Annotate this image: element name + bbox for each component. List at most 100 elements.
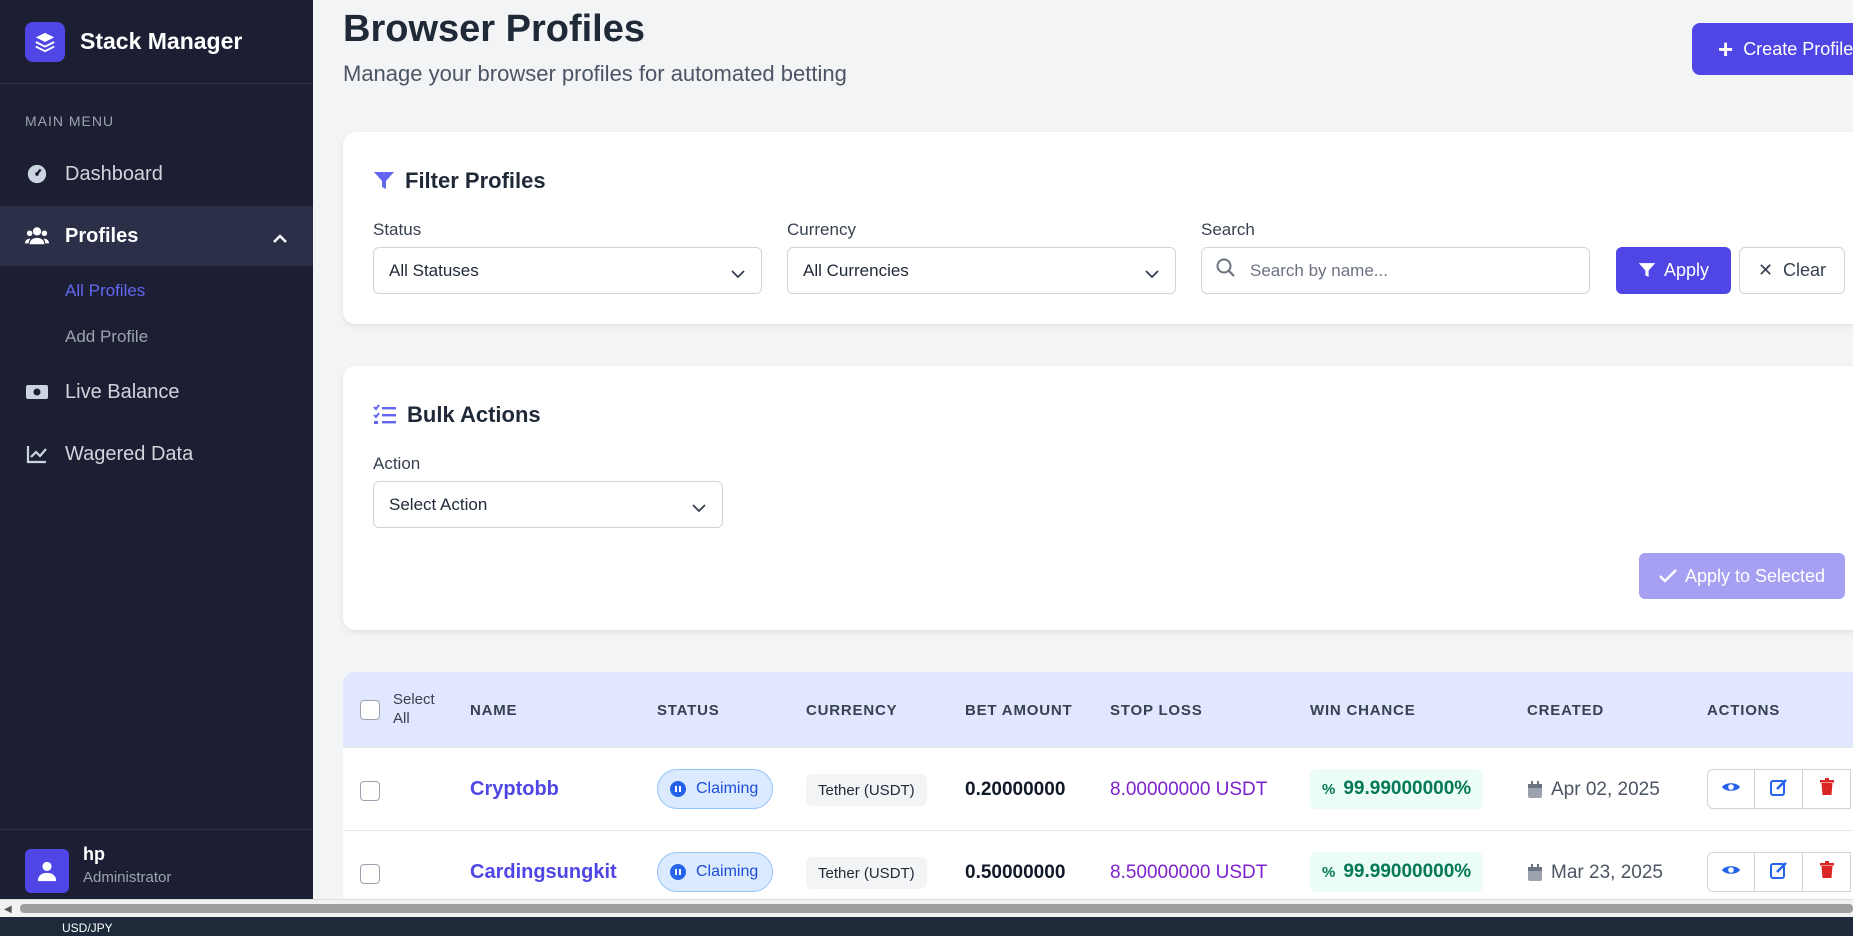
- created-date: Apr 02, 2025: [1527, 779, 1660, 801]
- action-select-value: Select Action: [389, 494, 488, 514]
- column-header-name[interactable]: NAME: [470, 702, 517, 719]
- view-button[interactable]: [1707, 769, 1755, 809]
- pause-icon: [670, 864, 686, 880]
- plus-icon: +: [1718, 33, 1734, 64]
- edit-icon: [1769, 778, 1788, 801]
- select-all-checkbox[interactable]: [360, 700, 380, 720]
- bulk-title-text: Bulk Actions: [407, 402, 541, 427]
- profiles-table: Select All NAME STATUS CURRENCY BET AMOU…: [343, 672, 1853, 899]
- action-label: Action: [373, 454, 421, 473]
- currency-select[interactable]: All Currencies: [787, 247, 1176, 294]
- ticker-widget[interactable]: USD/JPY: [62, 921, 113, 935]
- filter-title-text: Filter Profiles: [405, 168, 546, 193]
- search-input[interactable]: [1250, 260, 1550, 281]
- chevron-down-icon: [1145, 264, 1159, 284]
- user-name: hp: [83, 843, 105, 864]
- sidebar: Stack Manager MAIN MENU Dashboard Profil…: [0, 0, 313, 899]
- status-badge-text: Claiming: [696, 863, 759, 880]
- clear-filter-button[interactable]: ✕ Clear: [1739, 247, 1845, 294]
- delete-button[interactable]: [1803, 769, 1851, 809]
- page-subtitle: Manage your browser profiles for automat…: [343, 61, 847, 86]
- win-chance-text: 99.99000000%: [1343, 778, 1472, 799]
- close-icon: ✕: [1757, 260, 1774, 280]
- column-header-created[interactable]: CREATED: [1527, 702, 1604, 719]
- trash-icon: [1819, 860, 1835, 884]
- eye-icon: [1721, 863, 1741, 882]
- brand[interactable]: Stack Manager: [0, 0, 313, 84]
- calendar-icon: [1527, 864, 1543, 882]
- status-select-value: All Statuses: [389, 260, 479, 280]
- list-check-icon: [373, 404, 397, 426]
- os-taskbar: USD/JPY: [0, 917, 1853, 936]
- line-chart-icon: [25, 442, 49, 466]
- status-badge-text: Claiming: [696, 780, 759, 797]
- currency-label: Currency: [787, 220, 856, 239]
- edit-button[interactable]: [1755, 769, 1803, 809]
- chevron-down-icon: [731, 264, 745, 284]
- bet-amount: 0.20000000: [965, 779, 1066, 800]
- bulk-actions-card: Bulk Actions Action Select Action Apply …: [343, 366, 1853, 630]
- row-checkbox[interactable]: [360, 864, 380, 884]
- sidebar-item-wagered-data[interactable]: Wagered Data: [0, 424, 313, 484]
- pause-icon: [670, 781, 686, 797]
- select-all-label-line: All: [393, 710, 410, 727]
- scroll-left-arrow-icon[interactable]: ◀: [4, 904, 12, 915]
- column-header-stop-loss[interactable]: STOP LOSS: [1110, 702, 1203, 719]
- percent-icon: %: [1322, 863, 1336, 881]
- sidebar-item-dashboard[interactable]: Dashboard: [0, 144, 313, 204]
- user-profile[interactable]: hp Administrator: [0, 829, 313, 899]
- sidebar-item-live-balance[interactable]: Live Balance: [0, 362, 313, 422]
- apply-filter-button[interactable]: Apply: [1616, 247, 1731, 294]
- created-date-text: Mar 23, 2025: [1551, 862, 1663, 883]
- action-select[interactable]: Select Action: [373, 481, 723, 528]
- check-icon: [1659, 569, 1677, 583]
- currency-select-value: All Currencies: [803, 260, 909, 280]
- sidebar-item-label: Wagered Data: [65, 442, 194, 465]
- bulk-title: Bulk Actions: [373, 402, 541, 428]
- status-label: Status: [373, 220, 422, 239]
- row-checkbox[interactable]: [360, 781, 380, 801]
- table-row[interactable]: Cardingsungkit Claiming Tether (USDT) 0.…: [343, 830, 1853, 899]
- filter-card: Filter Profiles Status All Statuses Curr…: [343, 132, 1853, 324]
- page-title: Browser Profiles: [343, 8, 645, 50]
- select-all-label: Select All: [393, 690, 435, 728]
- money-icon: [25, 380, 49, 404]
- chevron-down-icon: [692, 498, 706, 518]
- stop-loss: 8.50000000 USDT: [1110, 862, 1268, 883]
- user-role: Administrator: [83, 868, 172, 886]
- scrollbar-thumb[interactable]: [20, 904, 1853, 913]
- column-header-status[interactable]: STATUS: [657, 702, 720, 719]
- view-button[interactable]: [1707, 852, 1755, 892]
- users-icon: [25, 224, 49, 248]
- apply-to-selected-button[interactable]: Apply to Selected: [1639, 553, 1845, 599]
- column-header-bet-amount[interactable]: BET AMOUNT: [965, 702, 1072, 719]
- create-profile-button[interactable]: + Create Profile: [1692, 23, 1853, 75]
- status-select[interactable]: All Statuses: [373, 247, 762, 294]
- column-header-currency[interactable]: CURRENCY: [806, 702, 897, 719]
- table-header: Select All NAME STATUS CURRENCY BET AMOU…: [343, 672, 1853, 747]
- select-all-label-line: Select: [393, 691, 435, 708]
- gauge-icon: [25, 162, 49, 186]
- chevron-up-icon[interactable]: [272, 228, 288, 251]
- sidebar-item-profiles[interactable]: Profiles: [0, 206, 313, 266]
- sidebar-subitem-all-profiles[interactable]: All Profiles: [65, 281, 145, 301]
- horizontal-scrollbar[interactable]: ◀: [0, 899, 1853, 917]
- sidebar-item-label: Live Balance: [65, 380, 180, 403]
- apply-to-selected-label: Apply to Selected: [1684, 565, 1826, 586]
- delete-button[interactable]: [1803, 852, 1851, 892]
- app-name: Stack Manager: [80, 28, 243, 54]
- edit-button[interactable]: [1755, 852, 1803, 892]
- search-field[interactable]: [1201, 247, 1590, 294]
- sidebar-subitem-add-profile[interactable]: Add Profile: [65, 327, 148, 347]
- bet-amount: 0.50000000: [965, 862, 1066, 883]
- win-chance-text: 99.99000000%: [1343, 861, 1472, 882]
- main-content: Browser Profiles Manage your browser pro…: [313, 0, 1853, 899]
- table-row[interactable]: Cryptobb Claiming Tether (USDT) 0.200000…: [343, 747, 1853, 830]
- profile-name-link[interactable]: Cryptobb: [470, 778, 559, 801]
- edit-icon: [1769, 861, 1788, 884]
- row-actions: [1707, 769, 1851, 809]
- column-header-win-chance[interactable]: WIN CHANCE: [1310, 702, 1416, 719]
- status-badge: Claiming: [657, 852, 774, 892]
- profile-name-link[interactable]: Cardingsungkit: [470, 861, 617, 884]
- sidebar-item-label: Dashboard: [65, 162, 163, 185]
